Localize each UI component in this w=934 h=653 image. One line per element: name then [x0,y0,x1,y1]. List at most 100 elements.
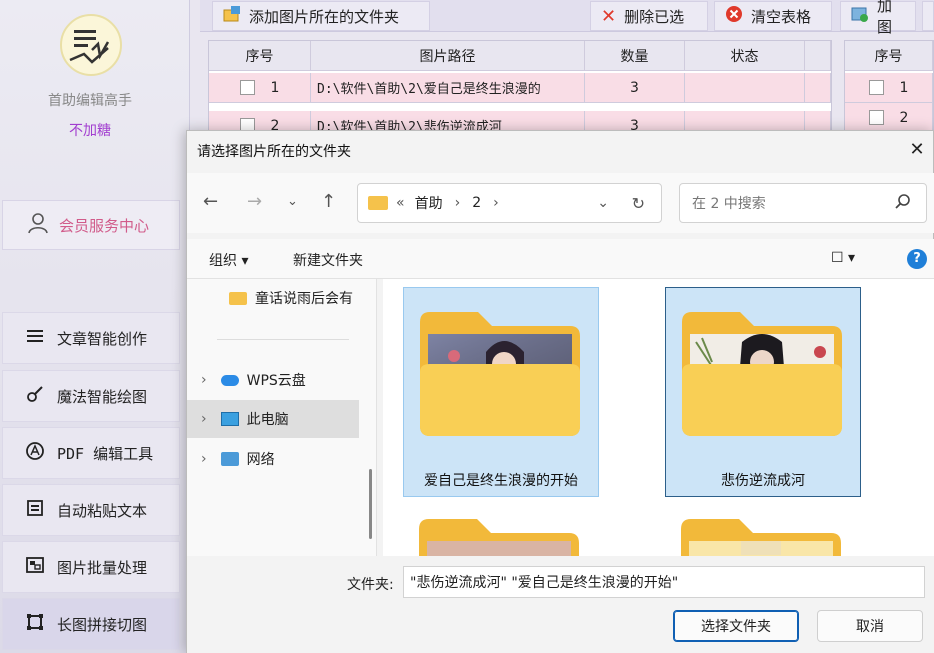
user-icon [27,212,49,238]
overflow-icon[interactable]: « [396,195,405,211]
cloud-icon [220,374,239,386]
navigation-pane: 童话说雨后会有 › WPS云盘 › 此电脑 › 网络 [187,279,377,556]
tree-item-folder[interactable]: 童话说雨后会有 [187,279,359,317]
nav-label: 自动粘贴文本 [57,501,148,520]
search-placeholder: 在 2 中搜索 [692,196,766,212]
close-icon[interactable]: ✕ [905,137,929,161]
app-logo [60,14,122,76]
expand-chevron-icon[interactable]: › [201,451,207,467]
col-header-count[interactable]: 数量 [585,41,685,71]
count-cell: 3 [585,73,685,103]
view-icon[interactable]: ☐ ▾ [831,250,855,266]
folder-field-label: 文件夹: [347,577,394,593]
folder-add-icon [223,5,241,27]
folder-icon [368,196,388,210]
dialog-title: 请选择图片所在的文件夹 [197,144,351,160]
nav-label: 魔法智能绘图 [57,387,148,406]
folder-name: 悲伤逆流成河 [721,473,805,489]
breadcrumb-separator-icon: › [493,195,499,211]
row-checkbox[interactable] [868,110,884,125]
address-bar[interactable]: « 首助 › 2 › ⌄ ↻ [357,183,662,223]
expand-chevron-icon[interactable]: › [201,411,207,427]
folder-tile[interactable]: 悲伤逆流成河 [665,287,861,497]
toolbar-overflow-button[interactable] [922,1,934,31]
col-header-index[interactable]: 序号 [209,41,311,71]
expand-chevron-icon[interactable]: › [201,372,207,388]
back-arrow-icon[interactable]: ← [203,191,218,212]
cancel-button[interactable]: 取消 [817,610,923,642]
filler-cell [805,73,831,103]
folder-icon [229,291,247,305]
breadcrumb-item[interactable]: 首助 [415,193,443,213]
add-folder-button[interactable]: 添加图片所在的文件夹 [212,1,430,31]
address-dropdown-icon[interactable]: ⌄ [597,195,609,211]
folder-name-input[interactable]: "悲伤逆流成河" "爱自己是终生浪漫的开始" [403,566,925,598]
image-icon [25,555,45,579]
recent-chevron-icon[interactable]: ⌄ [287,194,298,209]
organize-label: 组织 [209,253,237,269]
tree-scrollbar[interactable] [369,469,372,539]
clear-icon [725,5,743,27]
tree-item-label: 童话说雨后会有 [255,291,353,307]
delete-selected-label: 删除已选 [624,7,685,26]
nav-image-batch[interactable]: 图片批量处理 [2,541,180,593]
table-header-row: 序号 图片路径 数量 状态 [209,41,831,71]
pdf-icon [25,441,45,465]
status-cell [685,73,805,103]
sidebar: 首助编辑高手 不加糖 会员服务中心 文章智能创作 魔法智能绘图 PDF 编辑工具… [0,0,190,653]
folder-tile-partial[interactable] [403,507,599,556]
folder-tile[interactable]: 爱自己是终生浪漫的开始 [403,287,599,497]
computer-icon [220,412,239,426]
nav-magic-drawing[interactable]: 魔法智能绘图 [2,370,180,422]
folder-tile-partial[interactable] [665,507,861,556]
nav-auto-paste[interactable]: 自动粘贴文本 [2,484,180,536]
row-checkbox[interactable] [868,80,884,95]
tree-item-label: WPS云盘 [246,373,306,389]
folder-picker-dialog: 请选择图片所在的文件夹 ✕ ← → ⌄ ↑ « 首助 › 2 › ⌄ ↻ 在 2… [186,130,934,653]
breadcrumb-separator-icon: › [454,195,461,211]
search-input[interactable]: 在 2 中搜索 [679,183,927,223]
row-checkbox[interactable] [239,80,255,95]
tree-item-network[interactable]: › 网络 [187,440,359,478]
crop-icon [25,612,45,636]
clear-table-label: 清空表格 [751,7,812,26]
table-row[interactable]: 1 D:\软件\首助\2\爱自己是终生浪漫的 3 [209,73,831,103]
col-header-status[interactable]: 状态 [685,41,805,71]
delete-selected-button[interactable]: ✕ 删除已选 [590,1,708,31]
command-bar: 组织 ▾ 新建文件夹 ☐ ▾ ? [187,239,934,279]
brush-icon [25,384,45,408]
refresh-icon[interactable]: ↻ [632,194,645,213]
new-folder-button[interactable]: 新建文件夹 [293,250,363,270]
paste-icon [25,498,45,522]
clear-table-button[interactable]: 清空表格 [714,1,832,31]
add-image-button[interactable]: 加图 [840,0,916,36]
tree-divider [217,339,349,340]
tree-item-this-pc[interactable]: › 此电脑 [187,400,359,438]
col-header-index[interactable]: 序号 [845,41,933,71]
folder-name: 爱自己是终生浪漫的开始 [424,473,578,489]
tree-item-label: 此电脑 [246,412,289,428]
help-icon[interactable]: ? [907,249,927,269]
network-icon [220,452,239,466]
member-center-label: 会员服务中心 [59,216,150,235]
folder-name-value: "悲伤逆流成河" "爱自己是终生浪漫的开始" [410,575,679,591]
col-header-path[interactable]: 图片路径 [311,41,585,71]
folder-thumbnail [420,312,580,436]
up-arrow-icon[interactable]: ↑ [321,191,336,212]
row-index: 1 [270,79,280,96]
table-row[interactable]: 2 [845,103,933,133]
member-center-button[interactable]: 会员服务中心 [2,200,180,250]
tree-item-wps-cloud[interactable]: › WPS云盘 [187,361,359,399]
organize-menu[interactable]: 组织 ▾ [209,250,248,270]
app-name: 首助编辑高手 [48,93,132,109]
table-header-row: 序号 [845,41,933,71]
nav-pdf-tools[interactable]: PDF 编辑工具 [2,427,180,479]
forward-arrow-icon[interactable]: → [247,191,262,212]
index-cell: 2 [845,103,933,133]
nav-long-image[interactable]: 长图拼接切图 [2,598,180,650]
breadcrumb-item[interactable]: 2 [472,195,481,211]
table-row[interactable]: 1 [845,73,933,103]
select-folder-button[interactable]: 选择文件夹 [673,610,799,642]
nav-article-writing[interactable]: 文章智能创作 [2,312,180,364]
folder-thumbnail [682,312,842,436]
